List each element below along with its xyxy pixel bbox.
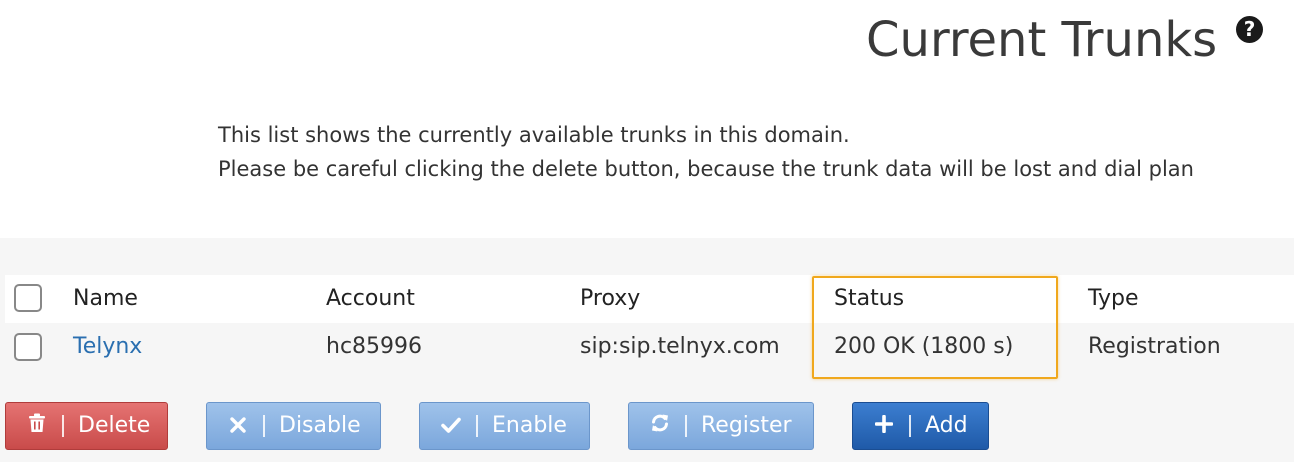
button-separator — [685, 415, 687, 437]
plus-icon — [873, 403, 895, 449]
trunk-type-cell: Registration — [1088, 334, 1221, 359]
register-button[interactable]: Register — [628, 402, 814, 450]
row-select-checkbox[interactable] — [14, 333, 42, 361]
intro-line-1: This list shows the currently available … — [218, 123, 850, 147]
delete-button[interactable]: Delete — [5, 402, 168, 450]
enable-button[interactable]: Enable — [419, 402, 590, 450]
button-separator — [62, 415, 64, 437]
button-separator — [476, 415, 478, 437]
table-header-row: Name Account Proxy Status Type — [5, 275, 1294, 323]
trunks-table: Name Account Proxy Status Type Telynx hc… — [5, 275, 1294, 371]
trunk-account-cell: hc85996 — [326, 334, 423, 359]
refresh-icon — [649, 403, 671, 449]
page-title: Current Trunks — [866, 12, 1218, 68]
button-separator — [263, 415, 265, 437]
button-separator — [909, 415, 911, 437]
add-button-label: Add — [925, 413, 968, 438]
select-all-checkbox[interactable] — [14, 284, 42, 312]
register-button-label: Register — [701, 413, 792, 438]
add-button[interactable]: Add — [852, 402, 989, 450]
trunk-name-link[interactable]: Telynx — [73, 334, 142, 359]
column-header-type[interactable]: Type — [1088, 275, 1139, 323]
check-icon — [440, 403, 462, 449]
column-header-name[interactable]: Name — [73, 275, 138, 323]
delete-button-label: Delete — [78, 413, 151, 438]
close-icon — [227, 403, 249, 449]
intro-line-2: Please be careful clicking the delete bu… — [218, 157, 1194, 181]
trash-icon — [26, 403, 48, 449]
column-header-account[interactable]: Account — [326, 275, 415, 323]
column-header-status[interactable]: Status — [834, 275, 904, 323]
table-row: Telynx hc85996 sip:sip.telnyx.com 200 OK… — [5, 323, 1294, 371]
disable-button[interactable]: Disable — [206, 402, 381, 450]
trunk-proxy-cell: sip:sip.telnyx.com — [580, 334, 780, 359]
question-circle-icon[interactable]: ? — [1236, 16, 1263, 43]
enable-button-label: Enable — [492, 413, 567, 438]
trunk-name-cell: Telynx — [73, 323, 142, 371]
column-header-proxy[interactable]: Proxy — [580, 275, 640, 323]
disable-button-label: Disable — [279, 413, 361, 438]
intro-text: This list shows the currently available … — [218, 118, 1194, 186]
trunk-status-cell: 200 OK (1800 s) — [834, 334, 1014, 359]
